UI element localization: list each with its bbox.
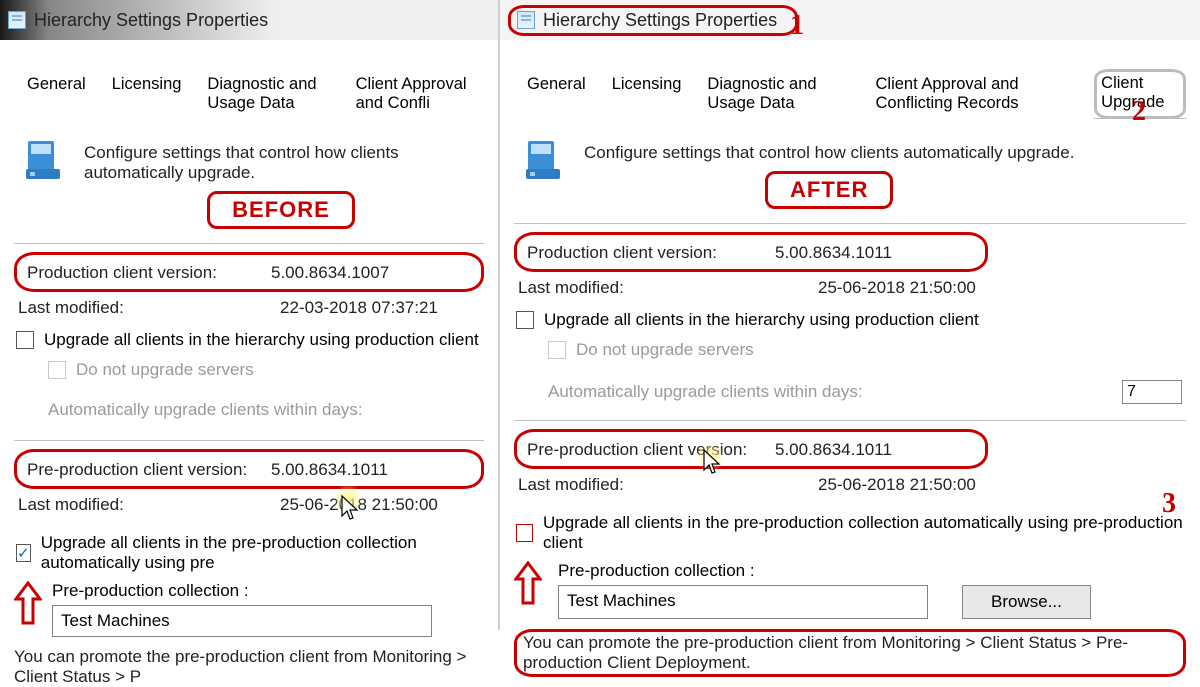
up-arrow-icon [14,581,42,632]
tab-licensing[interactable]: Licensing [599,69,695,119]
checkbox-upgrade-prod[interactable] [16,331,34,349]
intro-text: Configure settings that control how clie… [84,139,478,183]
prod-version-value: 5.00.8634.1007 [271,263,471,283]
tab-general[interactable]: General [514,69,599,119]
prod-version-label: Production client version: [527,243,775,263]
tab-client-approval[interactable]: Client Approval and Conflicting Records [863,69,1095,119]
tab-diagnostic[interactable]: Diagnostic and Usage Data [194,69,342,119]
preprod-version-value: 5.00.8634.1011 [775,440,975,460]
window-title: Hierarchy Settings Properties [34,10,268,31]
intro-text: Configure settings that control how clie… [584,139,1074,163]
tab-licensing[interactable]: Licensing [99,69,195,119]
properties-icon [8,11,26,29]
properties-icon [517,11,535,29]
last-modified-value: 22-03-2018 07:37:21 [280,298,480,318]
preprod-version-value: 5.00.8634.1011 [271,460,471,480]
auto-days-label: Automatically upgrade clients within day… [48,400,363,420]
preprod-modified-value: 25-06-2018 21:50:00 [818,475,1018,495]
window-title: Hierarchy Settings Properties [543,10,777,31]
checkbox-upgrade-preprod[interactable]: ✓ [16,544,31,562]
checkbox-no-upgrade-servers-label: Do not upgrade servers [76,360,254,380]
before-pane: Hierarchy Settings Properties General Li… [0,0,500,630]
server-icon [22,139,64,183]
checkbox-upgrade-preprod-label: Upgrade all clients in the pre-productio… [41,533,482,573]
checkbox-upgrade-prod-label: Upgrade all clients in the hierarchy usi… [44,330,479,350]
last-modified-label: Last modified: [18,298,280,318]
tab-content: Configure settings that control how clie… [0,119,498,687]
titlebar: Hierarchy Settings Properties [0,0,498,40]
last-modified-value: 25-06-2018 21:50:00 [818,278,1018,298]
after-pane: Hierarchy Settings Properties 1 General … [500,0,1200,630]
promote-note: You can promote the pre-production clien… [523,633,1177,673]
checkbox-upgrade-preprod[interactable] [516,524,533,542]
tab-diagnostic[interactable]: Diagnostic and Usage Data [694,69,862,119]
last-modified-label: Last modified: [518,278,818,298]
checkbox-no-upgrade-servers [548,341,566,359]
tab-strip: General Licensing Diagnostic and Usage D… [14,68,484,119]
checkbox-upgrade-prod-label: Upgrade all clients in the hierarchy usi… [544,310,979,330]
prod-version-label: Production client version: [27,263,271,283]
server-icon [522,139,564,183]
promote-note: You can promote the pre-production clien… [14,647,484,687]
checkbox-no-upgrade-servers [48,361,66,379]
callout-2: 2 [1132,96,1146,128]
preprod-collection-label: Pre-production collection : [558,561,1186,585]
callout-3: 3 [1162,488,1176,520]
tab-client-approval[interactable]: Client Approval and Confli [343,69,484,119]
preprod-collection-field[interactable]: Test Machines [558,585,928,619]
after-stamp: AFTER [765,171,893,209]
prod-version-value: 5.00.8634.1011 [775,243,975,263]
checkbox-no-upgrade-servers-label: Do not upgrade servers [576,340,754,360]
browse-button[interactable]: Browse... [962,585,1091,619]
tab-general[interactable]: General [14,69,99,119]
preprod-modified-label: Last modified: [18,495,280,515]
preprod-modified-label: Last modified: [518,475,818,495]
preprod-collection-label: Pre-production collection : [52,581,484,605]
checkbox-upgrade-preprod-label: Upgrade all clients in the pre-productio… [543,513,1184,553]
tab-strip: General Licensing Diagnostic and Usage D… [514,68,1186,119]
preprod-collection-field[interactable]: Test Machines [52,605,432,637]
checkbox-upgrade-prod[interactable] [516,311,534,329]
before-stamp: BEFORE [207,191,355,229]
up-arrow-icon [514,561,542,619]
days-input[interactable]: 7 [1122,380,1182,404]
tab-content: Configure settings that control how clie… [500,119,1200,677]
callout-1: 1 [790,10,804,42]
preprod-version-label: Pre-production client version: [27,460,271,480]
preprod-version-label: Pre-production client version: [527,440,775,460]
auto-days-label: Automatically upgrade clients within day… [548,382,863,402]
preprod-modified-value: 25-06-2018 21:50:00 [280,495,480,515]
titlebar: Hierarchy Settings Properties [500,0,1200,40]
